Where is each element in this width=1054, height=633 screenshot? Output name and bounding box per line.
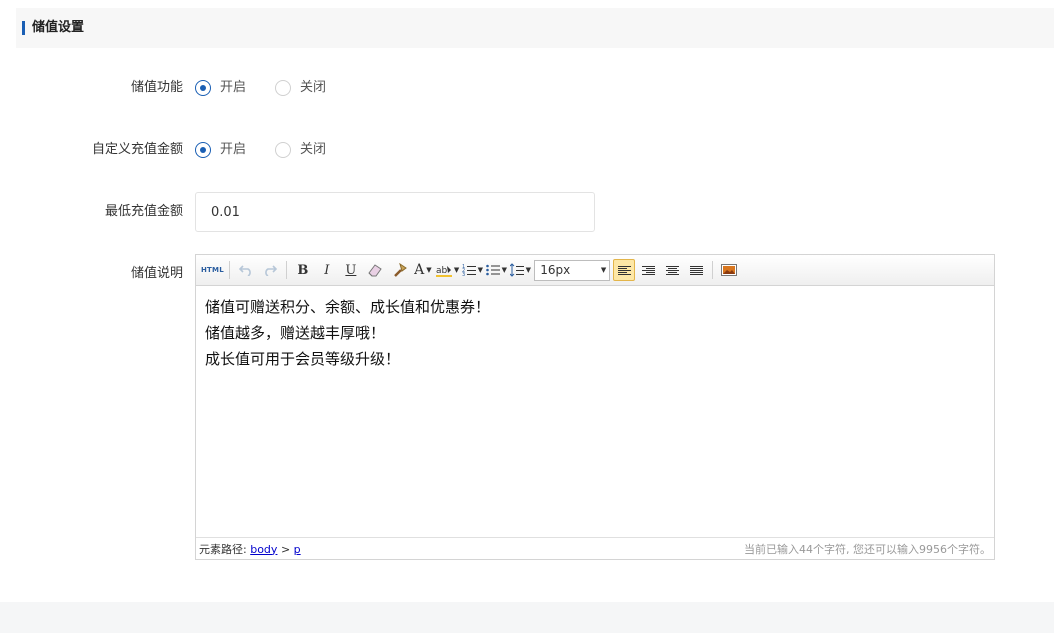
path-separator: > [280,542,291,556]
footer-bar [0,602,1054,633]
bold-button[interactable]: B [292,259,314,281]
custom-amount-radio-group: 开启 关闭 [195,141,326,159]
chevron-down-icon: ▼ [525,266,531,274]
chevron-down-icon: ▼ [453,266,460,274]
toolbar-separator [228,261,230,279]
radio-label: 开启 [220,80,247,95]
radio-checked-icon [195,142,211,158]
chevron-down-icon: ▼ [477,266,483,274]
chevron-down-icon: ▼ [426,266,432,274]
radio-label: 关闭 [300,80,327,95]
recharge-enable-off-radio[interactable]: 关闭 [275,79,326,97]
undo-icon [238,265,251,276]
radio-checked-icon [195,80,211,96]
toolbar-separator [285,261,287,279]
content-line: 储值可赠送积分、余额、成长值和优惠券！ [205,298,491,316]
align-justify-icon [689,265,703,275]
custom-amount-off-radio[interactable]: 关闭 [275,141,326,159]
chevron-down-icon: ▼ [600,266,607,274]
editor-statusbar: 元素路径: body > p 当前已输入44个字符, 您还可以输入9956个字符… [196,537,994,559]
highlight-button[interactable]: ab ▼ [435,259,460,281]
char-count: 当前已输入44个字符, 您还可以输入9956个字符。 [744,542,991,556]
format-painter-button[interactable] [388,259,410,281]
content-line: 成长值可用于会员等级升级！ [205,350,401,368]
font-color-icon: A [414,262,425,278]
underline-button[interactable]: U [340,259,362,281]
toolbar-separator [712,261,714,279]
html-source-button[interactable]: HTML [201,259,224,281]
path-p-link[interactable]: p [294,543,301,556]
custom-amount-on-radio[interactable]: 开启 [195,141,246,159]
line-height-button[interactable]: ▼ [509,259,531,281]
unordered-list-icon [485,264,500,276]
align-left-button[interactable] [613,259,636,281]
italic-button[interactable]: I [316,259,338,281]
align-right-icon [641,265,655,275]
font-color-button[interactable]: A ▼ [412,259,434,281]
radio-unchecked-icon [275,80,292,96]
line-height-icon [509,263,524,277]
section-accent-bar [22,21,25,35]
unordered-list-button[interactable]: ▼ [485,259,507,281]
recharge-enable-label: 储值功能 [130,80,183,95]
section-title: 储值设置 [32,20,85,35]
brush-icon [393,263,407,277]
rich-text-editor: HTML B I U A ▼ ab ▼ 1 2 3 ▼ ▼ ▼ 16px ▼ 储… [195,254,995,560]
content-line: 储值越多，赠送越丰厚哦！ [205,324,386,342]
element-path-label: 元素路径: [199,542,247,556]
align-center-icon [665,265,679,275]
svg-text:ab: ab [436,266,448,276]
undo-button[interactable] [235,259,257,281]
align-center-button[interactable] [661,259,683,281]
recharge-enable-radio-group: 开启 关闭 [195,79,326,97]
align-right-button[interactable] [637,259,659,281]
image-icon [721,264,738,276]
svg-text:3: 3 [462,272,465,277]
editor-toolbar: HTML B I U A ▼ ab ▼ 1 2 3 ▼ ▼ ▼ 16px ▼ [196,255,994,286]
ordered-list-icon: 123 [462,264,476,277]
min-amount-label: 最低充值金额 [104,204,183,219]
insert-image-button[interactable] [718,259,740,281]
radio-unchecked-icon [275,142,292,158]
redo-button[interactable] [259,259,281,281]
recharge-enable-on-radio[interactable]: 开启 [195,79,246,97]
font-size-value: 16px [540,263,571,277]
radio-label: 开启 [220,142,247,157]
ordered-list-button[interactable]: 1 2 3 ▼ [461,259,483,281]
redo-icon [265,265,277,276]
element-path: 元素路径: body > p [199,541,301,557]
highlight-icon: ab [435,266,452,277]
description-label: 储值说明 [130,266,183,281]
eraser-icon [368,264,382,277]
align-justify-button[interactable] [685,259,707,281]
custom-amount-label: 自定义充值金额 [91,142,183,157]
editor-content-area[interactable]: 储值可赠送积分、余额、成长值和优惠券！ 储值越多，赠送越丰厚哦！ 成长值可用于会… [196,286,994,537]
path-body-link[interactable]: body [250,543,277,556]
section-header: 储值设置 [16,8,1054,48]
min-amount-input[interactable] [195,192,595,232]
font-size-select[interactable]: 16px ▼ [534,259,611,281]
radio-label: 关闭 [300,142,327,157]
align-left-icon [617,265,631,275]
chevron-down-icon: ▼ [501,266,507,274]
clear-format-button[interactable] [364,259,386,281]
